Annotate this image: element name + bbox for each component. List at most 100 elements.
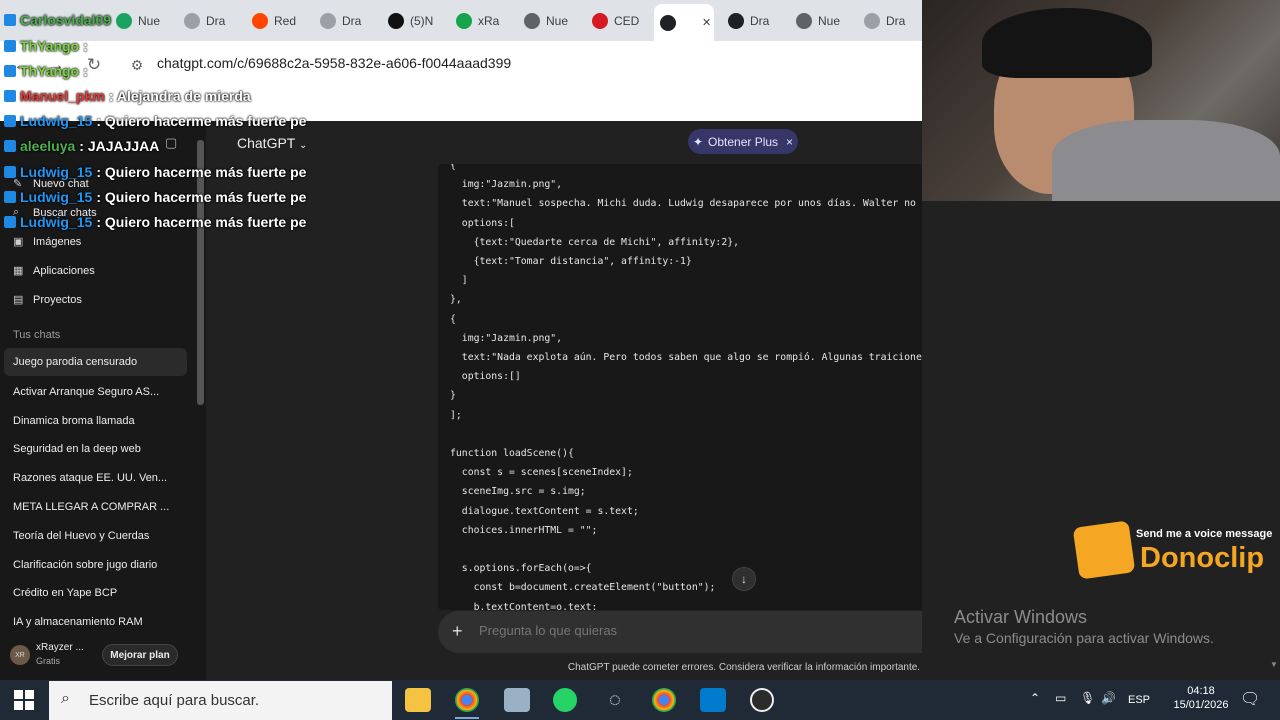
browser-tab[interactable]: Dra [722,6,786,35]
chat-history-item[interactable]: Crédito en Yape BCP [13,587,117,599]
clock[interactable]: 04:18 15/01/2026 [1173,685,1229,711]
chat-text: : Quiero hacerme más fuerte pe [96,113,307,129]
tab-favicon-icon [864,12,880,29]
clapperboard-icon [1072,520,1136,580]
chat-text: : [83,63,88,79]
code-line: ]; [450,409,462,421]
browser-tab[interactable]: Nue [790,6,854,35]
close-icon[interactable]: × [786,135,793,149]
sidebar-item-images[interactable]: ▣ Imágenes [13,235,82,249]
chat-history-item[interactable]: Teoría del Huevo y Cuerdas [13,530,149,542]
code-line: } [450,390,456,402]
chat-message: Carlosvidal09 [4,12,115,28]
language-indicator[interactable]: ESP [1128,694,1150,706]
chat-history-item[interactable]: Razones ataque EE. UU. Ven... [13,472,167,484]
code-line: const b=document.createElement("button")… [450,582,716,594]
chat-message: Ludwig_15: Quiero hacerme más fuerte pe [4,214,306,230]
browser-tab[interactable]: xRa [450,6,514,35]
browser-tab[interactable]: Dra [314,6,378,35]
chat-message: Manuel_pkm: Alejandra de mierda [4,88,251,104]
code-line: {text:"Quedarte cerca de Michi", affinit… [450,236,740,248]
search-icon: ⌕ [61,690,70,707]
code-line: options:[] [450,371,521,383]
avatar[interactable]: XR [10,645,30,665]
chrome-icon[interactable] [455,688,479,712]
twitch-badge-icon [4,216,16,228]
browser-tab[interactable]: ✕ [654,4,714,41]
show-hidden-icons[interactable]: ⌃ [1030,691,1040,705]
sidebar-item-folder[interactable]: ▤ Proyectos [13,293,82,307]
donoclip-brand: Donoclip [1140,542,1265,574]
browser-tab[interactable]: Dra [858,6,922,35]
browser-tab[interactable]: Nue [518,6,582,35]
tab-label: Red [274,13,297,28]
chat-history-item[interactable]: Juego parodia censurado [4,348,187,376]
code-line: img:"Jazmin.png", [450,179,563,191]
browser-tab[interactable]: CED [586,6,650,35]
windows-start-icon[interactable] [14,690,34,710]
chat-history-item[interactable]: Seguridad en la deep web [13,443,141,455]
browser-tab[interactable]: Dra [178,6,242,35]
taskbar-search[interactable]: ⌕ Escribe aquí para buscar. [49,681,392,720]
chat-history-item[interactable]: META LLEGAR A COMPRAR ... [13,501,169,513]
vscode-icon[interactable] [700,688,726,712]
chat-username: ThYango [20,38,80,54]
code-line: sceneImg.src = s.img; [450,486,586,498]
chat-message: aleeluya: JAJAJJAA [4,138,159,154]
code-line: img:"Jazmin.png", [450,332,563,344]
code-line: const s = scenes[sceneIndex]; [450,467,633,479]
tab-favicon-icon [388,12,404,29]
tab-label: Dra [342,13,362,28]
close-tab-icon[interactable]: ✕ [702,16,711,29]
code-line: options:[ [450,217,515,229]
app-window-icon[interactable] [504,688,530,712]
webcam-hair [982,8,1152,78]
code-line: b.textContent=o.text; [450,601,598,610]
code-line: function loadScene(){ [450,448,574,459]
toggle-sidebar-icon[interactable]: ▢ [165,135,177,151]
chat-history-item[interactable]: IA y almacenamiento RAM [13,616,143,628]
browser-tab[interactable]: Nue [110,6,174,35]
chrome-profile-icon[interactable] [652,688,676,712]
tab-favicon-icon [320,12,336,29]
model-label: ChatGPT [237,135,296,151]
file-explorer-icon[interactable] [405,688,431,712]
chat-username: aleeluya [20,138,76,154]
twitch-badge-icon [4,65,16,77]
model-selector[interactable]: ChatGPT ⌄ [237,135,307,151]
address-bar-area [0,41,922,121]
scroll-down-button[interactable]: ↓ [732,567,756,591]
upgrade-plan-button[interactable]: Mejorar plan [102,644,178,666]
tab-label: Dra [886,13,906,28]
get-plus-button[interactable]: ✦ Obtener Plus × [688,129,798,154]
tab-label: CED [614,13,640,28]
sync-app-icon[interactable]: ◌ [602,688,628,712]
chat-history-item[interactable]: Activar Arranque Seguro AS... [13,386,159,398]
sidebar-item-label: Imágenes [33,235,82,248]
twitch-badge-icon [4,115,16,127]
twitch-badge-icon [4,40,16,52]
obs-icon[interactable] [750,688,774,712]
browser-tab[interactable]: (5)‪N [382,6,446,35]
url-field[interactable]: chatgpt.com/c/69688c2a-5958-832e-a606-f0… [157,55,511,71]
chat-username: Ludwig_15 [20,214,93,230]
taskbar-search-label: Escribe aquí para buscar. [89,692,260,709]
page-scroll-arrow-icon[interactable]: ▼ [1270,660,1278,669]
tab-label: Dra [206,13,226,28]
webcam-overlay [922,0,1280,201]
sidebar-item-apps[interactable]: ▦ Aplicaciones [13,264,95,278]
network-icon[interactable]: ▭ [1055,691,1066,705]
whatsapp-icon[interactable] [553,688,577,712]
microphone-icon[interactable]: 🎙 [1080,691,1095,705]
volume-icon[interactable]: 🔊 [1101,691,1116,705]
watermark-subtitle: Ve a Configuración para activar Windows. [954,630,1214,646]
tab-label: Nue [138,13,161,28]
add-attachment-icon[interactable]: + [452,621,463,642]
prompt-input[interactable] [479,623,949,638]
site-info-icon[interactable]: ⚙ [127,57,147,74]
code-line: { [450,313,456,325]
chat-history-item[interactable]: Dinamica broma llamada [13,415,135,427]
browser-tab[interactable]: Red [246,6,310,35]
chat-history-item[interactable]: Clarificación sobre jugo diario [13,559,157,571]
notifications-icon[interactable]: 🗨 [1240,689,1260,709]
